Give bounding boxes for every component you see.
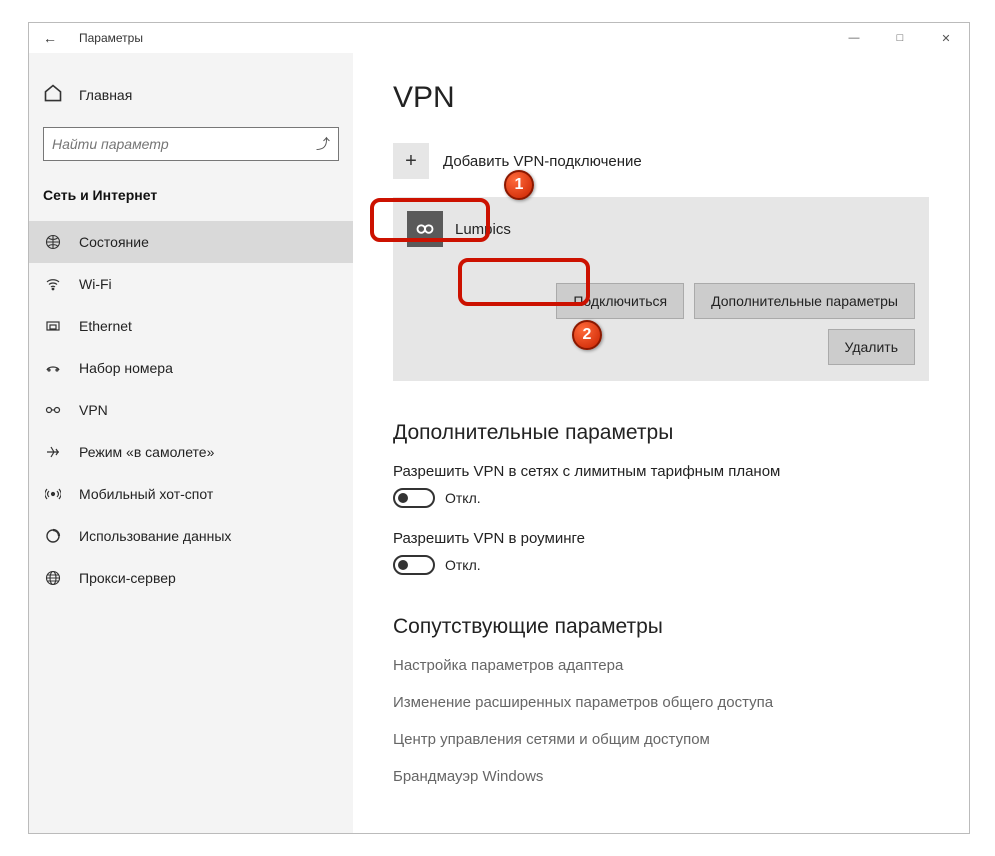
back-icon[interactable]: ←	[43, 30, 63, 46]
data-usage-icon	[43, 528, 63, 544]
sidebar-item-label: Использование данных	[79, 528, 231, 544]
sidebar-item-label: Прокси-сервер	[79, 570, 176, 586]
connect-button[interactable]: Подключиться	[556, 283, 684, 319]
sidebar-item-label: Мобильный хот-спот	[79, 486, 213, 502]
sidebar-group-header: Сеть и Интернет	[29, 181, 353, 221]
toggle-metered-state: Откл.	[445, 490, 481, 506]
sidebar-item-label: Ethernet	[79, 318, 132, 334]
close-button[interactable]: ✕	[923, 23, 969, 53]
sidebar-item-label: VPN	[79, 402, 108, 418]
sidebar-item-label: Состояние	[79, 234, 149, 250]
vpn-icon	[43, 402, 63, 418]
sidebar-home[interactable]: Главная	[29, 77, 353, 127]
add-vpn-label: Добавить VPN-подключение	[443, 153, 642, 170]
titlebar: ← Параметры — □ ✕	[29, 23, 969, 53]
vpn-connection-icon	[407, 211, 443, 247]
home-icon	[43, 83, 63, 107]
airplane-icon	[43, 444, 63, 460]
vpn-entry-name: Lumpics	[455, 221, 511, 238]
toggle-roaming-state: Откл.	[445, 557, 481, 573]
wifi-icon	[43, 276, 63, 292]
ethernet-icon	[43, 318, 63, 334]
proxy-icon	[43, 570, 63, 586]
delete-button[interactable]: Удалить	[828, 329, 915, 365]
dialup-icon	[43, 360, 63, 376]
settings-window: ← Параметры — □ ✕ Главная ⤴ Сеть и Интер…	[28, 22, 970, 834]
related-heading: Сопутствующие параметры	[393, 615, 929, 639]
sidebar-item-proxy[interactable]: Прокси-сервер	[29, 557, 353, 599]
vpn-entry[interactable]: Lumpics	[407, 211, 915, 247]
sidebar-item-label: Набор номера	[79, 360, 173, 376]
sidebar-item-data-usage[interactable]: Использование данных	[29, 515, 353, 557]
hotspot-icon	[43, 486, 63, 502]
sidebar-item-status[interactable]: Состояние	[29, 221, 353, 263]
sidebar-item-wifi[interactable]: Wi-Fi	[29, 263, 353, 305]
search-input[interactable]: ⤴	[43, 127, 339, 161]
sidebar: Главная ⤴ Сеть и Интернет Состояние Wi-F…	[29, 53, 353, 833]
sidebar-home-label: Главная	[79, 87, 132, 103]
search-field[interactable]	[52, 136, 316, 152]
sidebar-item-label: Wi-Fi	[79, 276, 112, 292]
sidebar-item-vpn[interactable]: VPN	[29, 389, 353, 431]
link-adapter-options[interactable]: Настройка параметров адаптера	[393, 657, 929, 674]
option-roaming-label: Разрешить VPN в роуминге	[393, 530, 929, 547]
extra-options-heading: Дополнительные параметры	[393, 421, 929, 445]
window-title: Параметры	[79, 31, 143, 45]
link-network-center[interactable]: Центр управления сетями и общим доступом	[393, 731, 929, 748]
toggle-roaming[interactable]	[393, 555, 435, 575]
link-firewall[interactable]: Брандмауэр Windows	[393, 768, 929, 785]
add-vpn-row[interactable]: + Добавить VPN-подключение	[393, 143, 929, 179]
sidebar-item-airplane[interactable]: Режим «в самолете»	[29, 431, 353, 473]
plus-icon: +	[393, 143, 429, 179]
sidebar-item-hotspot[interactable]: Мобильный хот-спот	[29, 473, 353, 515]
advanced-options-button[interactable]: Дополнительные параметры	[694, 283, 915, 319]
sidebar-item-label: Режим «в самолете»	[79, 444, 214, 460]
option-metered-label: Разрешить VPN в сетях с лимитным тарифны…	[393, 463, 929, 480]
search-icon: ⤴	[316, 134, 330, 154]
link-adv-sharing[interactable]: Изменение расширенных параметров общего …	[393, 694, 929, 711]
maximize-button[interactable]: □	[877, 23, 923, 53]
page-title: VPN	[393, 81, 929, 115]
globe-grid-icon	[43, 234, 63, 250]
main-panel: VPN + Добавить VPN-подключение Lumpics П…	[353, 53, 969, 833]
sidebar-item-dialup[interactable]: Набор номера	[29, 347, 353, 389]
sidebar-item-ethernet[interactable]: Ethernet	[29, 305, 353, 347]
vpn-connection-panel: Lumpics Подключиться Дополнительные пара…	[393, 197, 929, 381]
toggle-metered[interactable]	[393, 488, 435, 508]
minimize-button[interactable]: —	[831, 23, 877, 53]
